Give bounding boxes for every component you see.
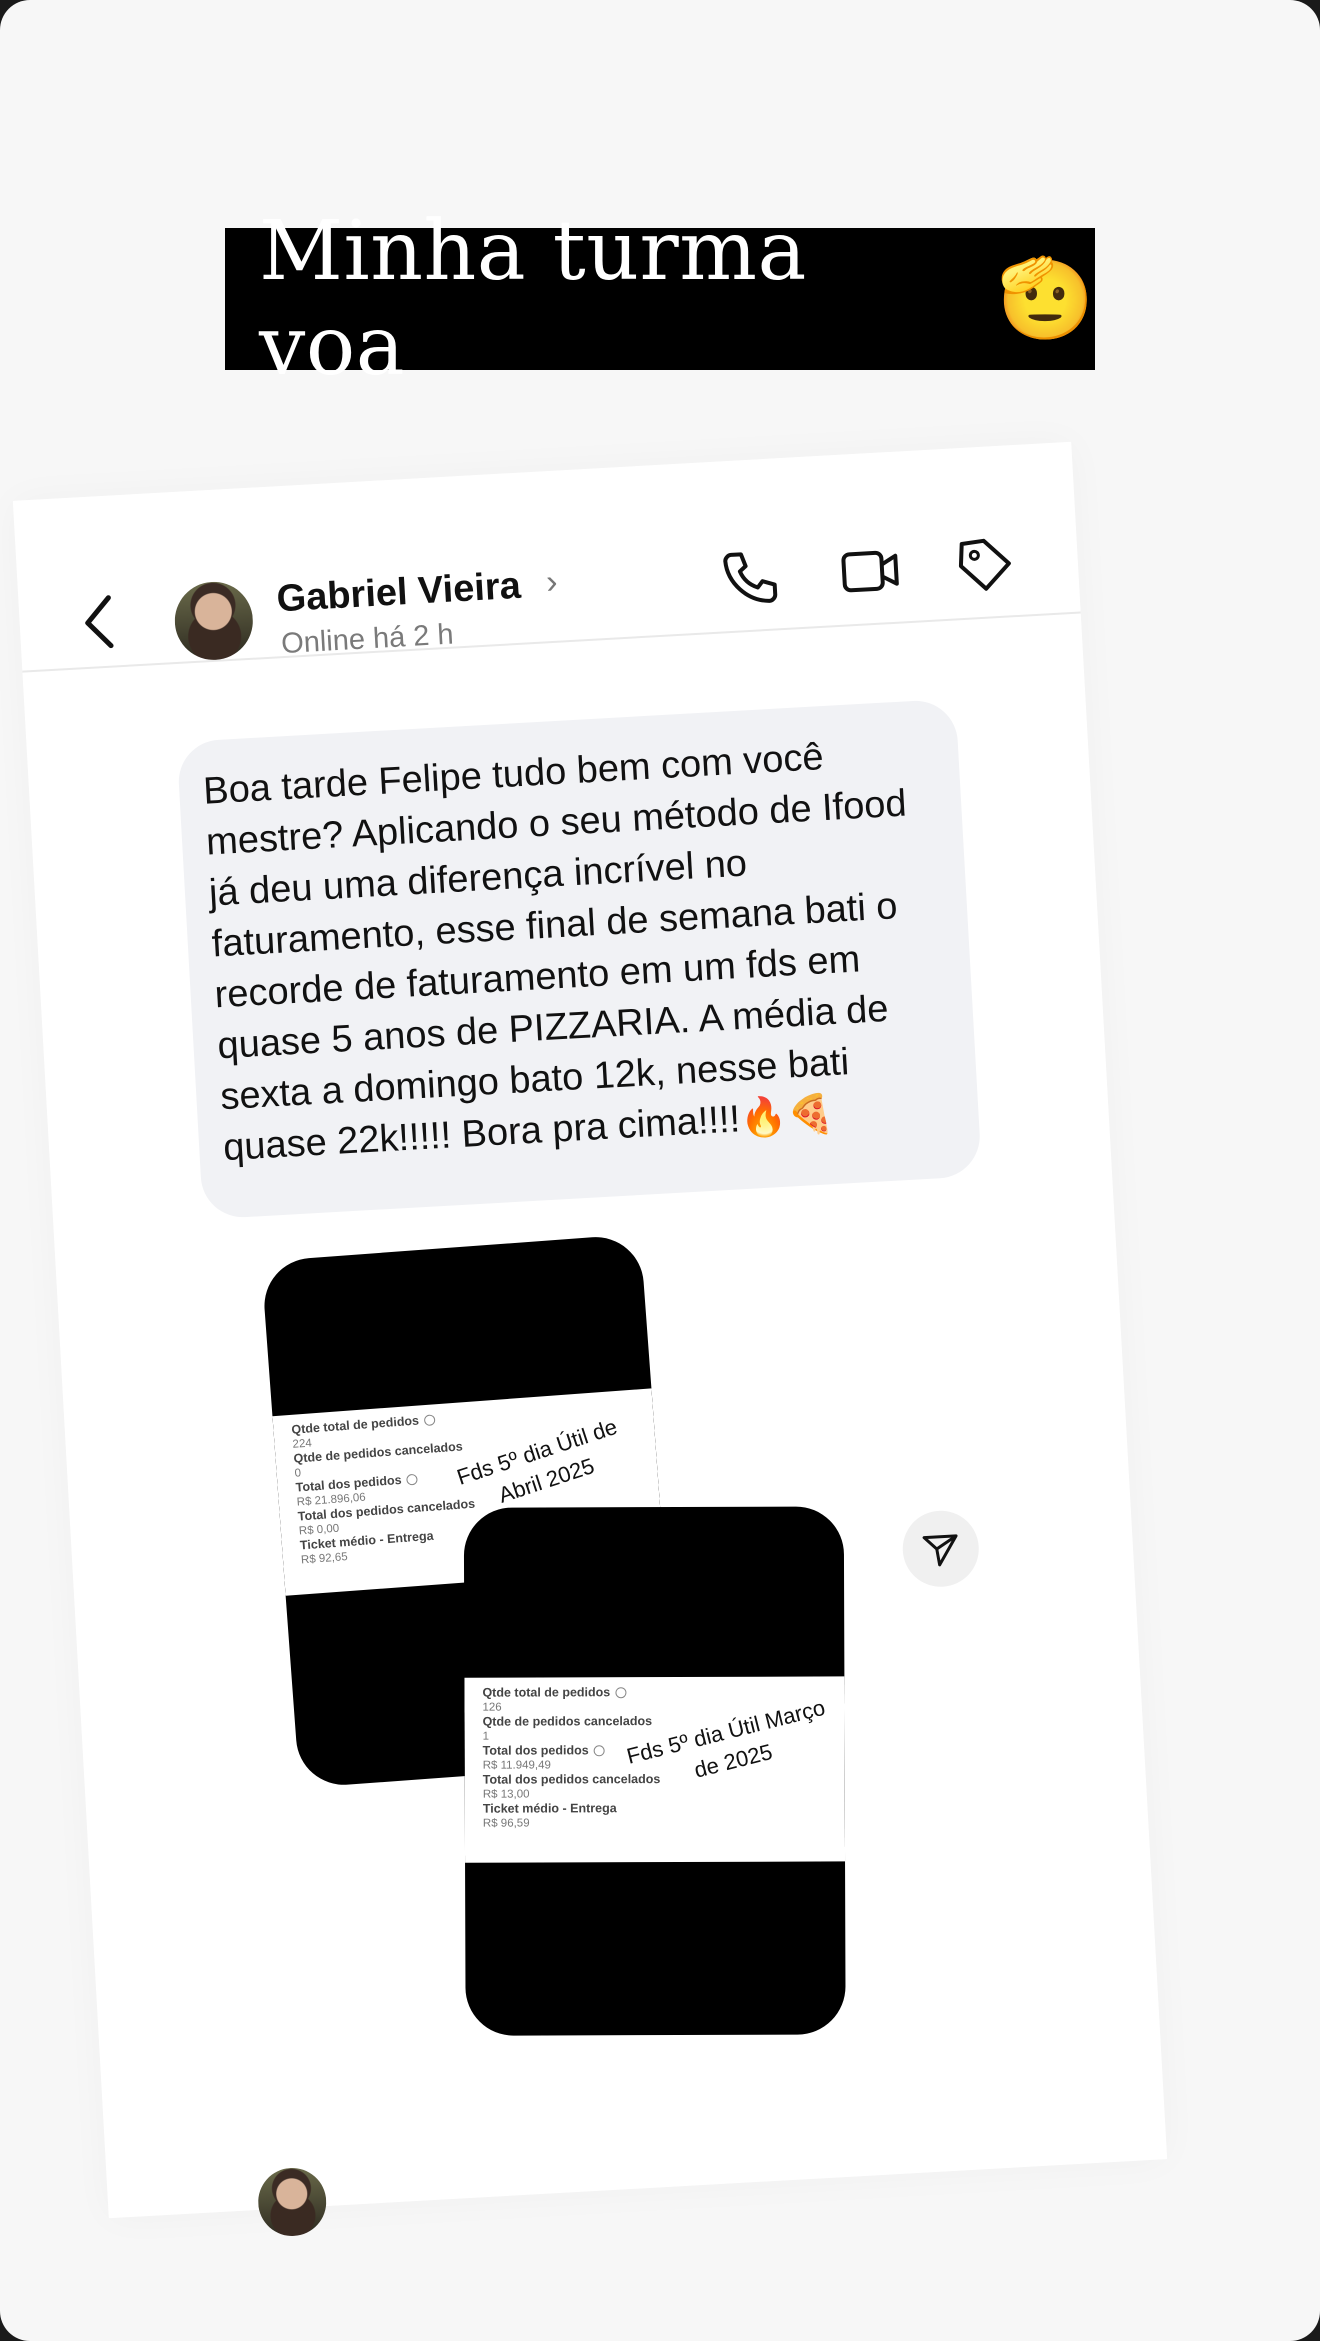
salute-emoji: 🫡 xyxy=(997,253,1095,344)
video-camera-icon[interactable] xyxy=(836,537,903,604)
send-icon xyxy=(922,1534,958,1567)
sender-avatar[interactable] xyxy=(256,2166,329,2238)
message-bubble[interactable]: Boa tarde Felipe tudo bem com você mestr… xyxy=(176,698,983,1220)
back-icon[interactable] xyxy=(78,591,121,653)
info-icon xyxy=(593,1745,605,1757)
chevron-right-icon[interactable]: › xyxy=(545,563,558,603)
attachment-image[interactable]: Qtde total de pedidos 126 Qtde de pedido… xyxy=(463,1506,846,2036)
tag-icon[interactable] xyxy=(951,531,1018,598)
report-row: Ticket médio - Entrega R$ 96,59 xyxy=(483,1800,827,1830)
phone-icon[interactable] xyxy=(717,544,784,611)
report-label: Total dos pedidos xyxy=(482,1743,589,1758)
story-page: Minha turma voa 🫡 Gabriel Vieira › Onlin… xyxy=(0,0,1320,2341)
report-panel: Qtde total de pedidos 126 Qtde de pedido… xyxy=(464,1676,846,1863)
share-button[interactable] xyxy=(900,1508,981,1589)
story-caption: Minha turma voa 🫡 xyxy=(225,204,1095,394)
report-label: Qtde total de pedidos xyxy=(482,1685,611,1700)
dm-screenshot: Gabriel Vieira › Online há 2 h Boa tarde… xyxy=(12,441,1168,2238)
avatar[interactable] xyxy=(172,579,255,663)
report-label: Ticket médio - Entrega xyxy=(482,1801,617,1816)
contact-status: Online há 2 h xyxy=(280,618,455,661)
info-icon xyxy=(615,1687,627,1699)
chat-header: Gabriel Vieira › Online há 2 h xyxy=(12,441,1081,673)
caption-text: Minha turma voa xyxy=(259,204,807,394)
contact-name[interactable]: Gabriel Vieira xyxy=(276,565,522,622)
report-value: R$ 96,59 xyxy=(482,1817,530,1830)
info-icon xyxy=(423,1414,436,1427)
info-icon xyxy=(406,1473,418,1486)
